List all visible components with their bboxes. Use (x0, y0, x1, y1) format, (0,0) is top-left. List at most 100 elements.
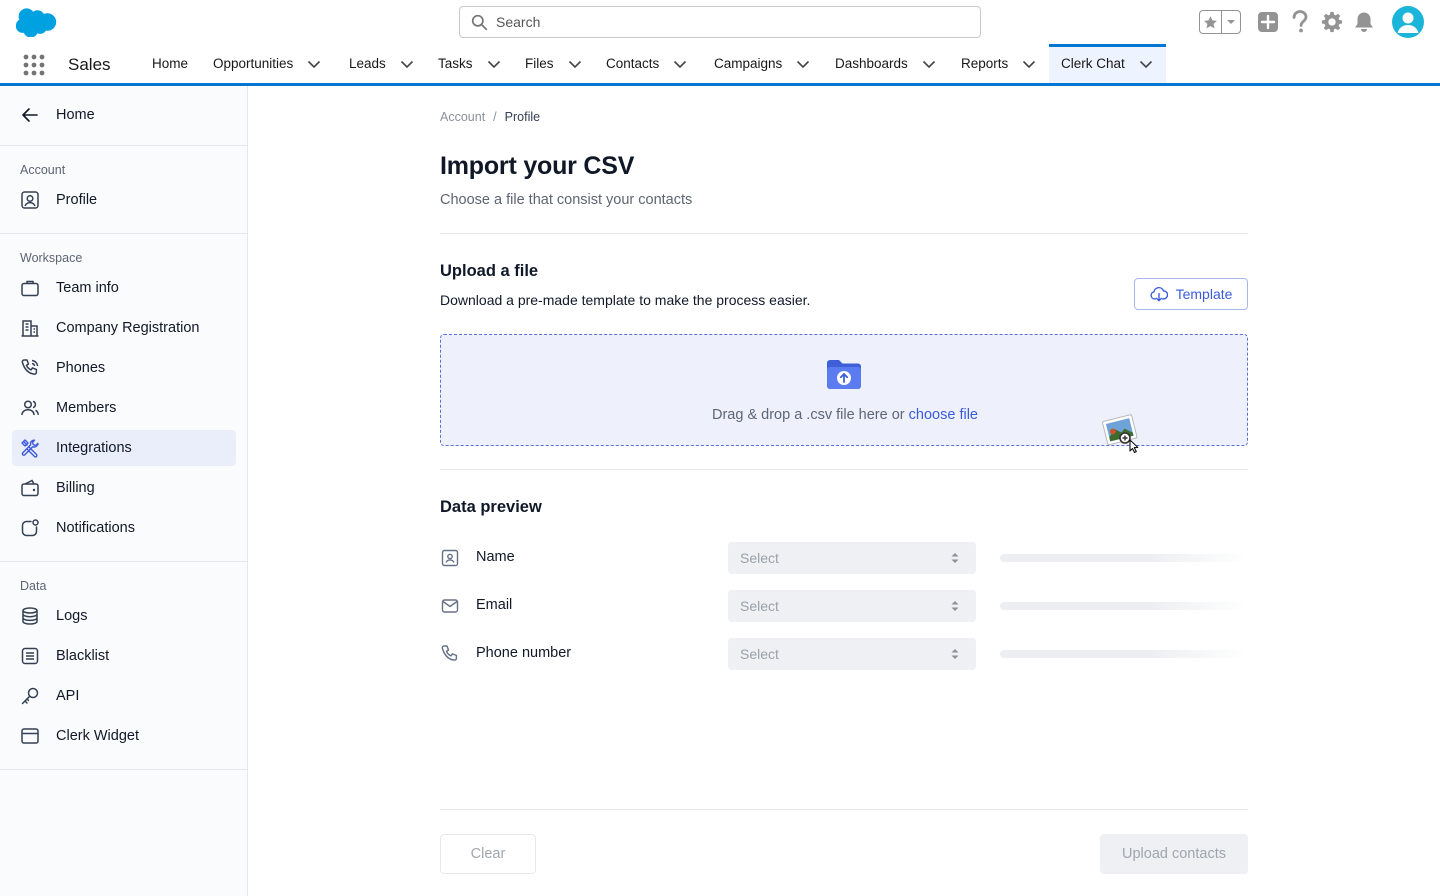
sidebar-item-blacklist[interactable]: Blacklist (12, 638, 236, 674)
chevron-down-icon[interactable] (568, 57, 582, 71)
preview-skeleton-bar (1000, 554, 1248, 562)
sidebar-item-members[interactable]: Members (12, 390, 236, 426)
app-navigation-bar: Sales Home Opportunities Leads Tasks Fil… (0, 44, 1440, 86)
nav-item-label: Clerk Chat (1061, 56, 1125, 71)
sidebar-item-team-info[interactable]: Team info (12, 270, 236, 306)
breadcrumb-separator: / (493, 110, 497, 124)
sidebar-item-logs[interactable]: Logs (12, 598, 236, 634)
favorites-button-group[interactable] (1199, 10, 1241, 34)
settings-sidebar: Home Account Profile Workspace Team info… (0, 86, 248, 896)
sidebar-item-phones[interactable]: Phones (12, 350, 236, 386)
help-icon[interactable] (1288, 10, 1312, 34)
nav-item-opportunities[interactable]: Opportunities (213, 44, 321, 83)
id-card-icon (441, 549, 459, 567)
sidebar-item-label: API (56, 688, 80, 704)
sidebar-section-data: Data (20, 579, 47, 593)
breadcrumb-account-link[interactable]: Account (440, 110, 485, 124)
nav-item-label: Leads (349, 56, 386, 71)
gear-icon[interactable] (1320, 10, 1344, 34)
search-input[interactable] (496, 14, 956, 30)
divider (0, 561, 247, 562)
upload-contacts-button[interactable]: Upload contacts (1100, 834, 1248, 874)
preview-skeleton-bar (1000, 602, 1248, 610)
page-subtitle: Choose a file that consist your contacts (440, 192, 693, 208)
divider (440, 469, 1248, 470)
folder-upload-icon (827, 360, 861, 389)
sidebar-item-billing[interactable]: Billing (12, 470, 236, 506)
nav-item-files[interactable]: Files (525, 44, 582, 83)
global-header (0, 0, 1440, 44)
salesforce-cloud-logo[interactable] (16, 8, 57, 37)
preview-field-label: Email (476, 597, 513, 613)
select-value: Select (740, 646, 779, 662)
sidebar-item-label: Company Registration (56, 320, 200, 336)
sidebar-item-company-registration[interactable]: Company Registration (12, 310, 236, 346)
search-icon (471, 14, 488, 30)
chevron-down-icon[interactable] (796, 57, 810, 71)
sidebar-item-label: Profile (56, 192, 98, 208)
sidebar-item-label: Billing (56, 480, 95, 496)
sidebar-item-label: Integrations (56, 440, 132, 456)
mail-icon (441, 599, 459, 613)
sidebar-item-integrations[interactable]: Integrations (12, 430, 236, 466)
building-icon (21, 320, 39, 337)
nav-item-campaigns[interactable]: Campaigns (714, 44, 810, 83)
chevron-down-icon[interactable] (487, 57, 501, 71)
favorites-star-icon[interactable] (1200, 11, 1222, 33)
nav-item-label: Home (152, 56, 189, 71)
sort-arrows-icon (951, 553, 959, 563)
select-value: Select (740, 598, 779, 614)
phone-icon (21, 359, 39, 375)
key-icon (21, 687, 39, 705)
briefcase-icon (21, 280, 39, 297)
sidebar-item-notifications[interactable]: Notifications (12, 510, 236, 546)
chevron-down-icon[interactable] (1022, 57, 1036, 71)
upload-description: Download a pre-made template to make the… (440, 292, 811, 308)
chevron-down-icon[interactable] (307, 57, 321, 71)
sidebar-section-workspace: Workspace (20, 251, 83, 265)
nav-item-label: Files (525, 56, 554, 71)
nav-item-tasks[interactable]: Tasks (438, 44, 501, 83)
sidebar-item-label: Phones (56, 360, 106, 376)
nav-item-contacts[interactable]: Contacts (606, 44, 687, 83)
sidebar-item-clerk-widget[interactable]: Clerk Widget (12, 718, 236, 754)
avatar-user-icon[interactable] (1392, 6, 1424, 38)
chevron-down-icon[interactable] (400, 57, 414, 71)
nav-item-label: Campaigns (714, 56, 783, 71)
app-launcher-icon[interactable] (23, 54, 45, 76)
divider (0, 769, 247, 770)
sidebar-item-label: Notifications (56, 520, 135, 536)
choose-file-link[interactable]: choose file (909, 407, 978, 423)
chevron-down-icon[interactable] (1139, 57, 1153, 71)
divider (440, 233, 1248, 234)
sidebar-item-api[interactable]: API (12, 678, 236, 714)
sidebar-item-label: Logs (56, 608, 88, 624)
column-select-name[interactable]: Select (728, 542, 976, 574)
nav-item-reports[interactable]: Reports (961, 44, 1036, 83)
list-icon (21, 647, 39, 665)
sidebar-item-profile[interactable]: Profile (12, 182, 236, 218)
csv-dropzone[interactable]: Drag & drop a .csv file here or choose f… (440, 334, 1248, 454)
cloud-download-icon (1150, 286, 1168, 302)
tools-icon (21, 439, 39, 458)
column-select-email[interactable]: Select (728, 590, 976, 622)
bell-icon[interactable] (1352, 10, 1376, 34)
import-csv-page: Account / Profile Import your CSV Choose… (248, 86, 1440, 896)
add-icon[interactable] (1256, 10, 1280, 34)
clear-button[interactable]: Clear (440, 834, 536, 874)
template-download-button[interactable]: Template (1134, 278, 1248, 310)
nav-item-leads[interactable]: Leads (349, 44, 414, 83)
chevron-down-icon[interactable] (673, 57, 687, 71)
nav-item-home[interactable]: Home (152, 44, 188, 83)
nav-item-label: Reports (961, 56, 1009, 71)
nav-item-dashboards[interactable]: Dashboards (835, 44, 936, 83)
nav-item-label: Opportunities (213, 56, 294, 71)
chevron-down-icon[interactable] (922, 57, 936, 71)
global-search-box[interactable] (459, 6, 981, 38)
nav-item-clerk-chat[interactable]: Clerk Chat (1049, 44, 1166, 83)
column-select-phone[interactable]: Select (728, 638, 976, 670)
sidebar-back-home[interactable]: Home (20, 105, 95, 125)
chevron-down-icon[interactable] (1222, 11, 1240, 33)
database-icon (22, 607, 38, 625)
sidebar-item-label: Team info (56, 280, 119, 296)
